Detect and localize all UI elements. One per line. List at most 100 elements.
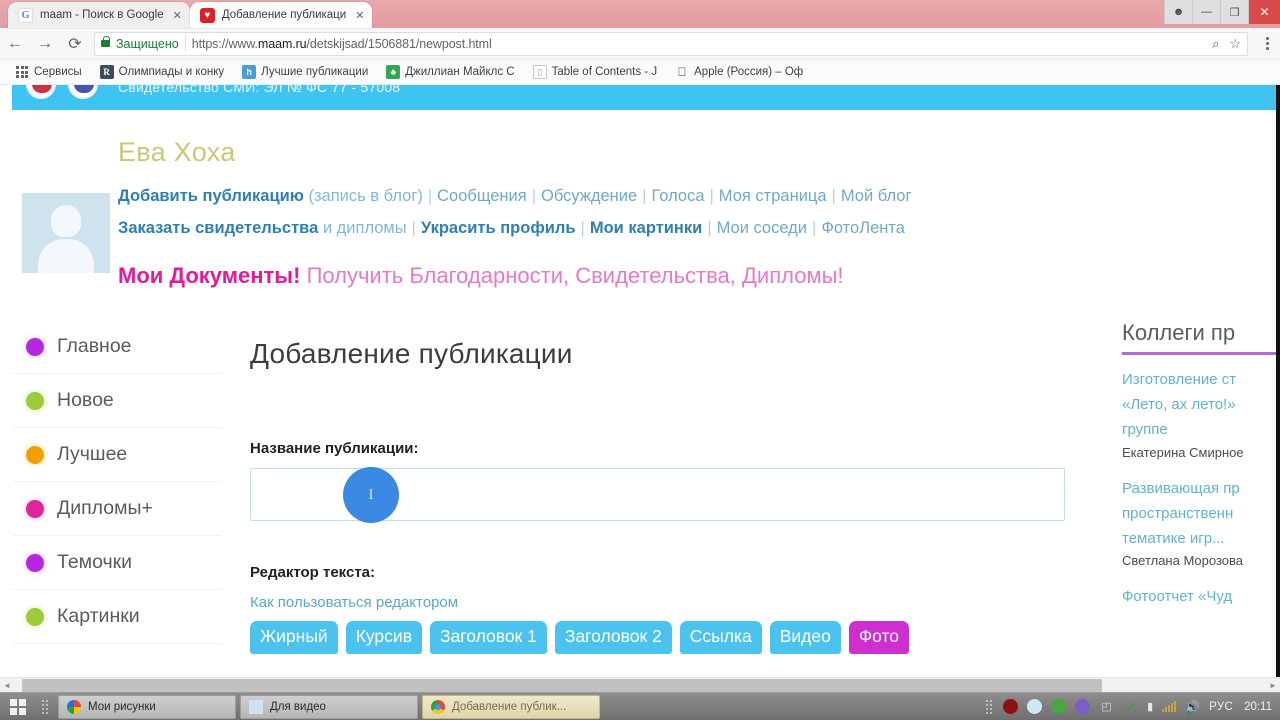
reload-icon[interactable]: ⟳ bbox=[60, 28, 90, 60]
user-nav-row-1: Добавить публикацию (запись в блог) | Сооб… bbox=[118, 187, 912, 205]
scrollbar-thumb[interactable] bbox=[22, 678, 1102, 692]
chrome-menu-icon[interactable] bbox=[1254, 28, 1280, 60]
close-window-button[interactable]: ✕ bbox=[1248, 0, 1280, 24]
text-cursor-icon: I bbox=[368, 486, 374, 503]
nav-order-certificates-note: и дипломы bbox=[322, 219, 407, 237]
address-bar[interactable]: Защищено https://www.maam.ru/detskijsad/… bbox=[94, 31, 1248, 56]
bookmark-publications[interactable]: h Лучшие публикации bbox=[233, 65, 377, 79]
language-indicator[interactable]: РУС bbox=[1209, 701, 1233, 713]
taskbar-item-video[interactable]: Для видео bbox=[240, 694, 418, 719]
nav-my-blog[interactable]: Мой блог bbox=[841, 187, 912, 205]
bookmark-toc[interactable]: ▯ Table of Contents - J bbox=[524, 65, 666, 79]
bookmark-services[interactable]: Сервисы bbox=[6, 65, 91, 79]
nav-messages[interactable]: Сообщения bbox=[437, 187, 527, 205]
google-favicon: G bbox=[18, 7, 33, 23]
sidebar-item-kartinki[interactable]: Картинки bbox=[12, 590, 222, 644]
quick-launch-handle[interactable] bbox=[36, 693, 54, 720]
editor-bold-button[interactable]: Жирный bbox=[250, 621, 338, 654]
bookmark-olympiads[interactable]: R Олимпиады и конку bbox=[91, 65, 234, 79]
volume-icon[interactable]: 🔊 bbox=[1185, 700, 1200, 714]
heart-icon[interactable] bbox=[1075, 699, 1091, 714]
video-icon bbox=[249, 699, 263, 714]
bookmark-label: Table of Contents - J bbox=[551, 66, 658, 78]
bookmark-label: Лучшие публикации bbox=[261, 66, 369, 78]
battery-icon[interactable]: ▮ bbox=[1147, 700, 1153, 713]
editor-toolbar: Жирный Курсив Заголовок 1 Заголовок 2 Сс… bbox=[250, 621, 1080, 654]
list-item[interactable]: Фотоотчет «Чуд bbox=[1122, 584, 1280, 609]
bookmark-apple[interactable]:  Apple (Россия) – Оф bbox=[666, 65, 812, 79]
scroll-left-icon[interactable]: ◄ bbox=[0, 681, 14, 690]
article-link-line[interactable]: пространственн bbox=[1122, 501, 1280, 526]
nav-add-publication[interactable]: Добавить публикацию bbox=[118, 187, 304, 205]
browser-tab-maam[interactable]: Добавление публикаци ✕ bbox=[189, 2, 373, 28]
certificate-text: Свидетельство СМИ: ЭЛ № ФС 77 - 57008 bbox=[118, 85, 401, 95]
nav-my-page[interactable]: Моя страница bbox=[719, 187, 827, 205]
editor-help-link[interactable]: Как пользоваться редактором bbox=[250, 594, 1080, 611]
pictures-icon bbox=[67, 699, 81, 714]
nvidia-icon[interactable] bbox=[1051, 699, 1067, 714]
antivirus-icon[interactable]: ✔ bbox=[1123, 699, 1138, 714]
tabstrip: G maam - Поиск в Google ✕ Добавление пуб… bbox=[0, 0, 373, 28]
list-item[interactable]: Развивающая пр пространственн тематике и… bbox=[1122, 476, 1280, 569]
article-link-line[interactable]: Изготовление ст bbox=[1122, 367, 1280, 392]
search-icon[interactable]: ⌕ bbox=[1212, 36, 1219, 52]
article-link-line[interactable]: «Лето, ах лето!» bbox=[1122, 392, 1280, 417]
close-icon[interactable]: ✕ bbox=[173, 9, 182, 22]
article-link-line[interactable]: группе bbox=[1122, 417, 1280, 442]
taskbar-item-label: Добавление публик... bbox=[452, 700, 567, 713]
minimize-button[interactable]: — bbox=[1192, 0, 1220, 24]
my-documents-banner[interactable]: Мои Документы! Получить Благодарности, С… bbox=[118, 263, 844, 289]
browser-tab-google[interactable]: G maam - Поиск в Google ✕ bbox=[8, 2, 190, 28]
record-icon[interactable] bbox=[1003, 699, 1019, 714]
bookmark-jillian[interactable]: ♣ Джиллиан Майклс С bbox=[377, 65, 523, 79]
cloud-icon[interactable] bbox=[1027, 699, 1043, 714]
start-button[interactable] bbox=[0, 693, 36, 720]
sidebar-item-diplomy[interactable]: Дипломы+ bbox=[12, 482, 222, 536]
taskbar-item-pictures[interactable]: Мои рисунки bbox=[58, 694, 236, 719]
star-icon[interactable]: ☆ bbox=[1229, 36, 1241, 52]
article-link-line[interactable]: Фотоотчет «Чуд bbox=[1122, 584, 1280, 609]
shield-icon[interactable]: ◰ bbox=[1099, 699, 1114, 714]
editor-video-button[interactable]: Видео bbox=[769, 621, 841, 654]
sidebar-item-luchshee[interactable]: Лучшее bbox=[12, 428, 222, 482]
chrome-icon bbox=[431, 699, 445, 714]
editor-photo-button[interactable]: Фото bbox=[848, 621, 910, 654]
sidebar-item-label: Новое bbox=[57, 389, 114, 411]
site-certificate-banner: Свидетельство СМИ: ЭЛ № ФС 77 - 57008 bbox=[0, 85, 1280, 110]
editor-link-button[interactable]: Ссылка bbox=[679, 621, 762, 654]
scrollbar-track[interactable] bbox=[14, 678, 1266, 693]
signal-icon[interactable] bbox=[1162, 701, 1177, 712]
nav-my-pictures[interactable]: Мои картинки bbox=[590, 219, 702, 237]
nav-photo-feed[interactable]: ФотоЛента bbox=[821, 219, 905, 237]
user-avatar-button[interactable]: ☻ bbox=[1164, 0, 1192, 24]
window-controls: ☻ — ❐ ✕ bbox=[1164, 0, 1280, 24]
editor-heading1-button[interactable]: Заголовок 1 bbox=[430, 621, 547, 654]
nav-discussion[interactable]: Обсуждение bbox=[541, 187, 637, 205]
editor-heading2-button[interactable]: Заголовок 2 bbox=[554, 621, 672, 654]
nav-my-neighbors[interactable]: Мои соседи bbox=[717, 219, 807, 237]
sidebar-item-novoe[interactable]: Новое bbox=[12, 374, 222, 428]
list-item[interactable]: Изготовление ст «Лето, ах лето!» группе … bbox=[1122, 367, 1280, 460]
article-link-line[interactable]: Развивающая пр bbox=[1122, 476, 1280, 501]
person-icon: ♣ bbox=[386, 65, 401, 79]
sidebar-item-glavnoe[interactable]: Главное bbox=[12, 320, 222, 374]
title-input-wrapper: I bbox=[250, 457, 1080, 526]
bullet-icon bbox=[26, 499, 44, 518]
article-link-line[interactable]: тематике игр... bbox=[1122, 526, 1280, 551]
maximize-button[interactable]: ❐ bbox=[1220, 0, 1248, 24]
nav-add-publication-note: (запись в блог) bbox=[308, 187, 423, 205]
sidebar-item-temochki[interactable]: Темочки bbox=[12, 536, 222, 590]
horizontal-scrollbar[interactable]: ◄ ► bbox=[0, 677, 1280, 692]
taskbar-item-chrome[interactable]: Добавление публик... bbox=[422, 694, 600, 719]
back-icon[interactable]: ← bbox=[0, 28, 30, 60]
scroll-right-icon[interactable]: ► bbox=[1266, 681, 1280, 690]
clock[interactable]: 20:11 bbox=[1242, 701, 1272, 713]
seal-icon bbox=[68, 85, 98, 99]
nav-votes[interactable]: Голоса bbox=[651, 187, 704, 205]
editor-italic-button[interactable]: Курсив bbox=[345, 621, 422, 654]
close-icon[interactable]: ✕ bbox=[355, 9, 364, 22]
nav-order-certificates[interactable]: Заказать свидетельства bbox=[118, 219, 318, 237]
forward-icon[interactable]: → bbox=[30, 28, 60, 60]
nav-decorate-profile[interactable]: Украсить профиль bbox=[421, 219, 576, 237]
avatar[interactable] bbox=[22, 193, 110, 273]
